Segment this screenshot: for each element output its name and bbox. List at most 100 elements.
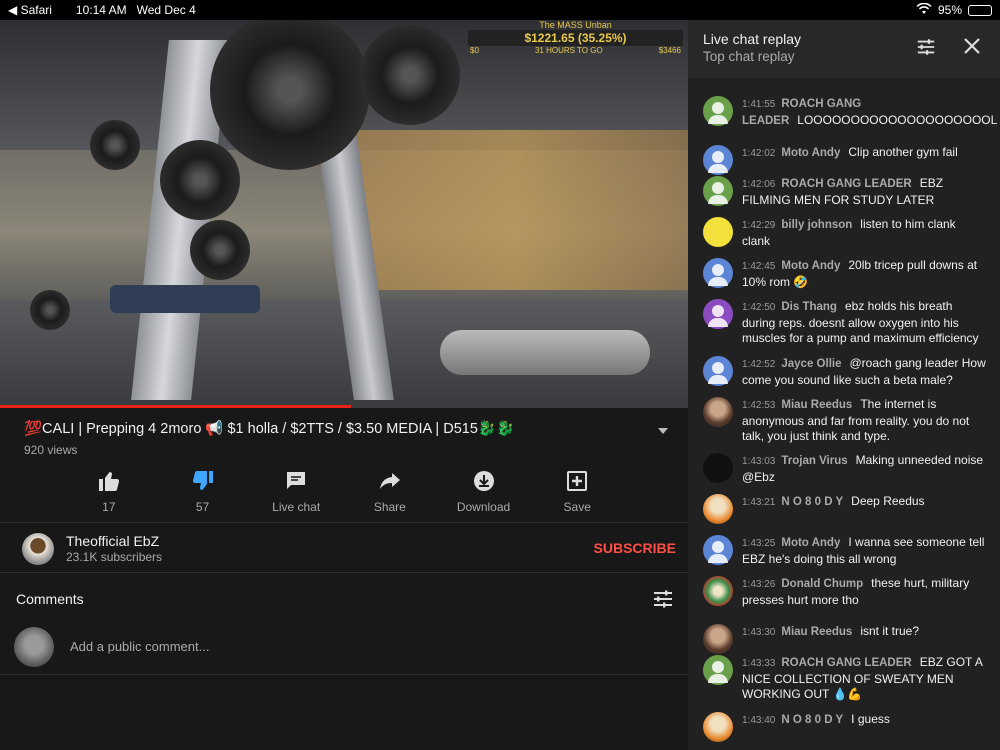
chat-avatar	[703, 535, 733, 565]
chat-author[interactable]: Miau Reedus	[781, 399, 852, 411]
download-label: Download	[456, 500, 511, 514]
chat-text: @roach gang leader How come you sound li…	[742, 356, 986, 387]
channel-name[interactable]: Theofficial EbZ	[66, 533, 159, 549]
like-count: 17	[102, 500, 116, 514]
chat-avatar	[703, 96, 733, 126]
chat-author[interactable]: Donald Chump	[781, 578, 863, 590]
chat-author[interactable]: ROACH GANG LEADER	[781, 178, 911, 190]
chat-timestamp: 1:42:52	[742, 359, 776, 370]
view-count: 920 views	[24, 443, 78, 457]
chat-text: LOOOOOOOOOOOOOOOOOOOOL	[797, 112, 998, 127]
chat-message[interactable]: 1:42:50 Dis Thang ebz holds his breath dur…	[688, 299, 1000, 347]
chat-timestamp: 1:42:02	[742, 148, 776, 159]
chat-message[interactable]: 1:43:21 N O 8 0 D Y Deep Reedus	[688, 494, 1000, 524]
chat-author[interactable]: Trojan Virus	[781, 455, 847, 467]
chat-message[interactable]: 1:43:33 ROACH GANG LEADER EBZ GOT A NICE C…	[688, 655, 1000, 703]
progress-played	[0, 405, 351, 408]
chat-message[interactable]: 1:42:52 Jayce Ollie @roach gang leader How…	[688, 356, 1000, 388]
status-time: 10:14 AM	[75, 3, 127, 17]
share-button[interactable]: Share	[343, 466, 437, 514]
channel-row: Theofficial EbZ 23.1K subscribers SUBSCR…	[22, 533, 682, 567]
chat-author[interactable]: Miau Reedus	[781, 626, 852, 638]
video-progress-bar[interactable]	[0, 405, 688, 408]
chat-timestamp: 1:42:45	[742, 261, 776, 272]
chat-timestamp: 1:43:30	[742, 627, 776, 638]
subscribe-button[interactable]: SUBSCRIBE	[594, 540, 676, 556]
comment-input[interactable]: Add a public comment...	[70, 639, 209, 654]
chat-text: isnt it true?	[860, 624, 920, 638]
chat-avatar	[703, 576, 733, 606]
chat-timestamp: 1:41:55	[742, 99, 776, 110]
chat-timestamp: 1:43:40	[742, 715, 776, 726]
dislike-count: 57	[195, 500, 210, 514]
chat-avatar	[703, 655, 733, 685]
goal-min: $0	[470, 46, 479, 55]
donation-goal-overlay: The MASS Unban $1221.65 (35.25%) $0 31 H…	[468, 20, 683, 60]
chat-author[interactable]: billy johnson	[781, 219, 852, 231]
live-chat-panel: Live chat replay Top chat replay 1:41:55…	[688, 20, 1000, 750]
chat-avatar	[703, 453, 733, 483]
chat-author[interactable]: Moto Andy	[781, 147, 840, 159]
back-to-app-link[interactable]: ◀ Safari	[8, 3, 52, 17]
divider	[0, 572, 688, 573]
chat-message[interactable]: 1:42:53 Miau Reedus The internet is anonym…	[688, 397, 1000, 445]
chat-filter-icon[interactable]	[916, 37, 936, 62]
video-player[interactable]: The MASS Unban $1221.65 (35.25%) $0 31 H…	[0, 20, 688, 405]
chat-author[interactable]: N O 8 0 D Y	[781, 496, 843, 508]
chat-message[interactable]: 1:43:25 Moto Andy I wanna see someone tell…	[688, 535, 1000, 567]
goal-amount: $1221.65 (35.25%)	[468, 30, 683, 46]
chat-text: I wanna see someone tell EBZ he's doing …	[742, 535, 985, 566]
chat-author[interactable]: Jayce Ollie	[781, 358, 841, 370]
chat-avatar	[703, 397, 733, 427]
divider	[0, 674, 688, 675]
goal-title: The MASS Unban	[539, 20, 612, 30]
subscriber-count: 23.1K subscribers	[66, 550, 163, 564]
save-button[interactable]: Save	[530, 466, 624, 514]
divider	[0, 522, 688, 523]
chat-avatar	[703, 176, 733, 206]
thumbs-up-icon	[62, 466, 156, 496]
channel-avatar[interactable]	[22, 533, 54, 565]
chat-message[interactable]: 1:42:02 Moto Andy Clip another gym fail	[688, 145, 1000, 175]
chat-author[interactable]: N O 8 0 D Y	[781, 714, 843, 726]
sort-comments-icon[interactable]	[652, 588, 674, 615]
live-chat-label: Live chat	[272, 500, 321, 514]
chat-message[interactable]: 1:42:06 ROACH GANG LEADER EBZ FILMING MEN …	[688, 176, 1000, 208]
chat-message[interactable]: 1:43:03 Trojan Virus Making unneeded noise…	[688, 453, 1000, 485]
expand-description-chevron-icon[interactable]	[658, 428, 668, 434]
chat-message[interactable]: 1:43:26 Donald Chump these hurt, military …	[688, 576, 1000, 608]
chat-timestamp: 1:43:33	[742, 658, 776, 669]
chat-message[interactable]: 1:43:40 N O 8 0 D Y I guess	[688, 712, 1000, 742]
chat-message[interactable]: 1:43:30 Miau Reedus isnt it true?	[688, 624, 1000, 654]
add-comment-row[interactable]: Add a public comment...	[14, 627, 674, 667]
chat-author[interactable]: Moto Andy	[781, 260, 840, 272]
goal-time-left: 31 HOURS TO GO	[534, 46, 603, 55]
wifi-icon	[916, 2, 932, 18]
close-icon[interactable]	[963, 37, 981, 60]
chat-message[interactable]: 1:42:29 billy johnson listen to him clank …	[688, 217, 1000, 249]
status-date: Wed Dec 4	[136, 3, 196, 17]
chat-author[interactable]: Dis Thang	[781, 301, 837, 313]
chat-message[interactable]: 1:42:45 Moto Andy 20lb tricep pull downs a…	[688, 258, 1000, 290]
thumbs-down-icon	[156, 466, 250, 496]
chat-avatar	[703, 217, 733, 247]
chat-text: I guess	[851, 712, 890, 726]
share-label: Share	[373, 500, 406, 514]
chat-mode-selector[interactable]: Top chat replay	[703, 49, 985, 64]
chat-timestamp: 1:43:03	[742, 456, 776, 467]
chat-timestamp: 1:42:06	[742, 179, 776, 190]
chat-avatar	[703, 145, 733, 175]
chat-timestamp: 1:42:53	[742, 400, 776, 411]
comments-heading[interactable]: Comments	[16, 591, 84, 607]
dislike-button[interactable]: 57	[156, 466, 250, 514]
download-button[interactable]: Download	[437, 466, 531, 514]
chat-text: Deep Reedus	[851, 494, 925, 508]
action-bar: 17 57 Live chat Share Download Save	[62, 466, 624, 514]
add-to-playlist-icon	[530, 466, 624, 496]
chat-avatar	[703, 494, 733, 524]
like-button[interactable]: 17	[62, 466, 156, 514]
chat-message[interactable]: 1:41:55 ROACH GANG LEADER LOOOOOOOOOOOOOOO…	[688, 96, 1000, 129]
chat-author[interactable]: ROACH GANG LEADER	[781, 657, 911, 669]
chat-author[interactable]: Moto Andy	[781, 537, 840, 549]
live-chat-button[interactable]: Live chat	[249, 466, 343, 514]
